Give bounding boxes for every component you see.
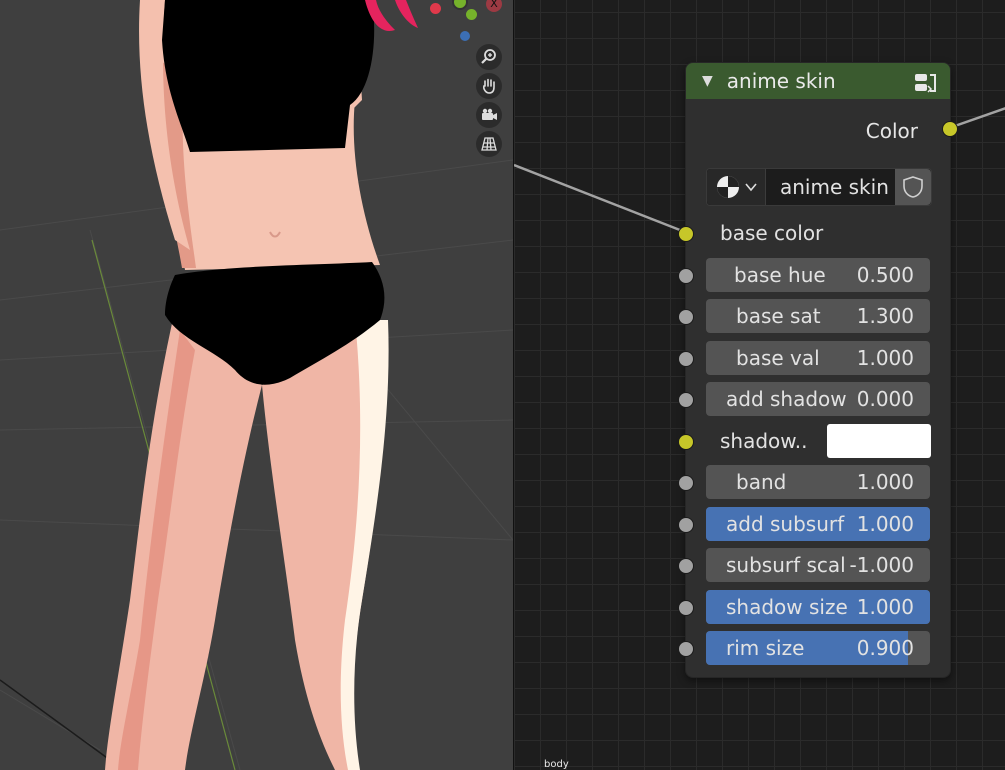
- field-label: base val: [736, 346, 820, 370]
- field-label: base hue: [734, 263, 826, 287]
- field-value: 1.300: [856, 304, 914, 328]
- field-label: add shadow: [726, 387, 847, 411]
- 3d-viewport[interactable]: X: [0, 0, 513, 770]
- node-title: anime skin: [726, 69, 836, 93]
- input-socket-add-subsurf[interactable]: [678, 517, 694, 533]
- input-socket-rim-size[interactable]: [678, 641, 694, 657]
- group-node-anime-skin[interactable]: ▼ anime skin Color anime skin base color…: [678, 62, 958, 678]
- collapse-triangle-icon[interactable]: ▼: [702, 73, 713, 89]
- node-group-selector[interactable]: anime skin: [706, 168, 932, 206]
- field-value: 1.000: [856, 512, 914, 536]
- output-color-socket[interactable]: [942, 121, 958, 137]
- input-base-color-label: base color: [720, 221, 824, 245]
- field-band[interactable]: band 1.000: [706, 465, 930, 499]
- field-base-hue[interactable]: base hue 0.500: [706, 258, 930, 292]
- field-value: 1.000: [856, 470, 914, 494]
- input-base-color-socket[interactable]: [678, 226, 694, 242]
- shield-icon: [903, 176, 923, 198]
- fake-user-shield-button[interactable]: [895, 169, 931, 205]
- field-add-shadow[interactable]: add shadow 0.000: [706, 382, 930, 416]
- node-tree-browse-button[interactable]: [707, 169, 766, 205]
- viewport-scene: [0, 0, 513, 770]
- input-socket-subsurf-scal[interactable]: [678, 558, 694, 574]
- field-value: 1.000: [856, 595, 914, 619]
- field-base-val[interactable]: base val 1.000: [706, 341, 930, 375]
- field-label: add subsurf: [726, 512, 845, 536]
- field-value: 1.000: [856, 346, 914, 370]
- node-editor[interactable]: ▼ anime skin Color anime skin base color…: [513, 0, 1005, 770]
- frame-label: body: [544, 759, 569, 770]
- hand-pan-icon[interactable]: [476, 73, 502, 99]
- field-value: -1.000: [849, 553, 914, 577]
- field-rim-size[interactable]: rim size 0.900: [706, 631, 930, 665]
- zoom-icon[interactable]: [476, 44, 502, 70]
- field-shadow-size[interactable]: shadow size 1.000: [706, 590, 930, 624]
- node-group-name[interactable]: anime skin: [766, 175, 895, 199]
- field-label: band: [736, 470, 787, 494]
- gizmo-z-axis-dot[interactable]: [460, 31, 470, 41]
- output-color-label: Color: [865, 119, 918, 143]
- field-value: 0.500: [856, 263, 914, 287]
- input-socket-base-val[interactable]: [678, 351, 694, 367]
- input-socket-band[interactable]: [678, 475, 694, 491]
- input-socket-add-shadow[interactable]: [678, 392, 694, 408]
- node-group-icon[interactable]: [912, 68, 940, 96]
- node-tree-icon: [717, 176, 739, 198]
- field-label: shadow size: [726, 595, 848, 619]
- field-add-subsurf[interactable]: add subsurf 1.000: [706, 507, 930, 541]
- grid-perspective-icon[interactable]: [476, 131, 502, 157]
- gizmo-x-axis-dot[interactable]: [430, 3, 441, 14]
- shadow-color-swatch[interactable]: [827, 424, 931, 458]
- input-socket-base-hue[interactable]: [678, 268, 694, 284]
- input-socket-shadow-color[interactable]: [678, 434, 694, 450]
- field-label: rim size: [726, 636, 805, 660]
- camera-icon[interactable]: [476, 102, 502, 128]
- field-base-sat[interactable]: base sat 1.300: [706, 299, 930, 333]
- viewport-navigation: [476, 44, 506, 160]
- node-header[interactable]: ▼ anime skin: [686, 63, 950, 99]
- field-subsurf-scal[interactable]: subsurf scal -1.000: [706, 548, 930, 582]
- field-value: 0.900: [856, 636, 914, 660]
- field-label: subsurf scal: [726, 553, 846, 577]
- input-socket-base-sat[interactable]: [678, 309, 694, 325]
- field-value: 0.000: [856, 387, 914, 411]
- gizmo-y-axis-dot[interactable]: [466, 9, 477, 20]
- input-socket-shadow-size[interactable]: [678, 600, 694, 616]
- chevron-down-icon: [745, 183, 757, 192]
- input-shadow-color-label: shadow..: [720, 429, 808, 453]
- field-label: base sat: [736, 304, 821, 328]
